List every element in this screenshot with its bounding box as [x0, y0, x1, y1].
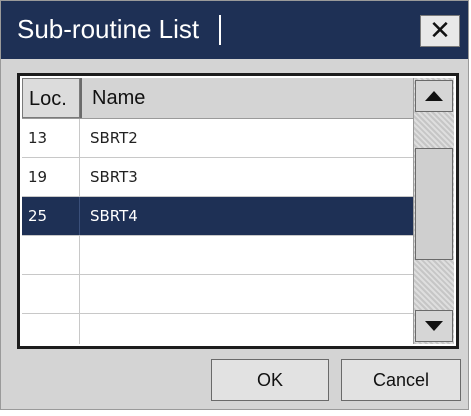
- row-loc: [22, 236, 80, 274]
- dialog-title: Sub-routine List: [17, 14, 200, 44]
- column-header-name[interactable]: Name: [80, 78, 414, 118]
- list-row[interactable]: 13 SBRT2: [22, 119, 414, 158]
- list-body: Loc. Name 13 SBRT2 19 SBRT3 25 SBRT4: [22, 78, 414, 344]
- cancel-button[interactable]: Cancel: [341, 359, 461, 401]
- list-row-selected[interactable]: 25 SBRT4: [22, 197, 414, 236]
- scroll-up-button[interactable]: [415, 80, 453, 112]
- row-name: SBRT2: [90, 129, 138, 147]
- subroutine-list: Loc. Name 13 SBRT2 19 SBRT3 25 SBRT4: [17, 73, 459, 349]
- text-cursor: [219, 15, 221, 45]
- vertical-scrollbar[interactable]: [413, 78, 454, 344]
- row-loc: [22, 275, 80, 313]
- list-row-empty[interactable]: [22, 236, 414, 275]
- scrollbar-thumb[interactable]: [415, 148, 453, 260]
- scroll-down-button[interactable]: [415, 310, 453, 342]
- subroutine-list-dialog: Sub-routine List ✕ Loc. Name 13 SBRT2 19…: [0, 0, 469, 410]
- title-bar: Sub-routine List ✕: [1, 1, 468, 59]
- column-header-loc[interactable]: Loc.: [22, 78, 80, 118]
- row-loc: 25: [22, 197, 80, 235]
- row-loc: 13: [22, 119, 80, 157]
- arrow-down-icon: [425, 321, 443, 331]
- row-name: SBRT4: [90, 207, 138, 225]
- list-header: Loc. Name: [22, 78, 414, 119]
- row-name: [80, 275, 414, 313]
- close-icon: ✕: [429, 16, 451, 46]
- close-button[interactable]: ✕: [420, 15, 460, 47]
- list-row-empty[interactable]: [22, 314, 414, 344]
- list-row-empty[interactable]: [22, 275, 414, 314]
- ok-button[interactable]: OK: [211, 359, 329, 401]
- list-row[interactable]: 19 SBRT3: [22, 158, 414, 197]
- row-name: SBRT3: [90, 168, 138, 186]
- row-loc: [22, 314, 80, 344]
- arrow-up-icon: [425, 91, 443, 101]
- row-name: [80, 314, 414, 344]
- row-loc: 19: [22, 158, 80, 196]
- row-name: [80, 236, 414, 274]
